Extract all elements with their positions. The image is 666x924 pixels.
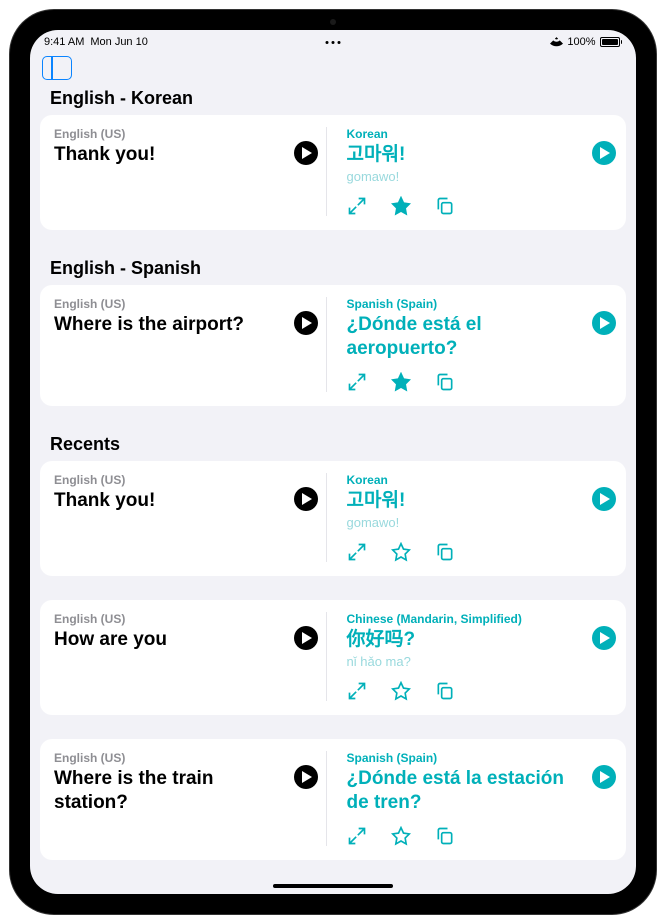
battery-icon xyxy=(600,37,623,47)
target-text: ¿Dónde está la estación de tren? xyxy=(347,767,579,815)
camera-notch xyxy=(330,19,336,25)
target-lang-label: Korean xyxy=(347,473,579,487)
section-header: English - Korean xyxy=(40,84,626,115)
wifi-icon xyxy=(550,37,563,47)
expand-icon[interactable] xyxy=(347,372,367,392)
status-bar: 9:41 AM Mon Jun 10 100% xyxy=(30,30,636,50)
section-header: English - Spanish xyxy=(40,254,626,285)
source-lang-label: English (US) xyxy=(54,127,286,141)
translation-card[interactable]: English (US) Thank you! Korean 고마워! goma… xyxy=(40,461,626,576)
action-row xyxy=(347,542,579,562)
copy-icon[interactable] xyxy=(435,196,455,216)
expand-icon[interactable] xyxy=(347,196,367,216)
expand-icon[interactable] xyxy=(347,681,367,701)
status-time: 9:41 AM xyxy=(44,36,84,48)
target-lang-label: Chinese (Mandarin, Simplified) xyxy=(347,612,579,626)
translation-card[interactable]: English (US) Where is the airport? Spani… xyxy=(40,285,626,407)
action-row xyxy=(347,681,579,701)
source-text: Thank you! xyxy=(54,489,286,513)
favorite-icon[interactable] xyxy=(391,681,411,701)
status-date: Mon Jun 10 xyxy=(90,36,147,48)
play-source-button[interactable] xyxy=(294,487,318,511)
target-text: 고마워! xyxy=(347,143,579,167)
source-lang-label: English (US) xyxy=(54,612,286,626)
target-text: ¿Dónde está el aeropuerto? xyxy=(347,313,579,361)
screen: 9:41 AM Mon Jun 10 100% English - Korean… xyxy=(30,30,636,894)
sidebar-toggle-button[interactable] xyxy=(42,56,72,80)
action-row xyxy=(347,826,579,846)
home-indicator[interactable] xyxy=(273,884,393,888)
source-lang-label: English (US) xyxy=(54,473,286,487)
ipad-frame: 9:41 AM Mon Jun 10 100% English - Korean… xyxy=(10,10,656,914)
toolbar xyxy=(30,50,636,84)
favorite-icon[interactable] xyxy=(391,826,411,846)
source-text: Where is the airport? xyxy=(54,313,286,337)
copy-icon[interactable] xyxy=(435,372,455,392)
play-target-button[interactable] xyxy=(592,626,616,650)
romanization-text: gomawo! xyxy=(347,515,579,530)
source-lang-label: English (US) xyxy=(54,297,286,311)
copy-icon[interactable] xyxy=(435,681,455,701)
expand-icon[interactable] xyxy=(347,826,367,846)
favorite-icon[interactable] xyxy=(391,542,411,562)
source-text: Thank you! xyxy=(54,143,286,167)
target-lang-label: Spanish (Spain) xyxy=(347,751,579,765)
target-lang-label: Korean xyxy=(347,127,579,141)
translation-card[interactable]: English (US) How are you Chinese (Mandar… xyxy=(40,600,626,715)
favorite-icon[interactable] xyxy=(391,196,411,216)
play-source-button[interactable] xyxy=(294,626,318,650)
play-source-button[interactable] xyxy=(294,311,318,335)
play-source-button[interactable] xyxy=(294,141,318,165)
source-text: How are you xyxy=(54,628,286,652)
target-lang-label: Spanish (Spain) xyxy=(347,297,579,311)
play-target-button[interactable] xyxy=(592,311,616,335)
copy-icon[interactable] xyxy=(435,542,455,562)
play-target-button[interactable] xyxy=(592,487,616,511)
multitask-dots[interactable] xyxy=(326,41,341,44)
play-target-button[interactable] xyxy=(592,765,616,789)
expand-icon[interactable] xyxy=(347,542,367,562)
romanization-text: gomawo! xyxy=(347,169,579,184)
translation-card[interactable]: English (US) Thank you! Korean 고마워! goma… xyxy=(40,115,626,230)
section-header: Recents xyxy=(40,430,626,461)
copy-icon[interactable] xyxy=(435,826,455,846)
source-lang-label: English (US) xyxy=(54,751,286,765)
action-row xyxy=(347,196,579,216)
play-source-button[interactable] xyxy=(294,765,318,789)
content-area: English - Korean English (US) Thank you!… xyxy=(30,84,636,894)
target-text: 你好吗? xyxy=(347,628,579,652)
favorite-icon[interactable] xyxy=(391,372,411,392)
source-text: Where is the train station? xyxy=(54,767,286,815)
target-text: 고마워! xyxy=(347,489,579,513)
translation-card[interactable]: English (US) Where is the train station?… xyxy=(40,739,626,861)
play-target-button[interactable] xyxy=(592,141,616,165)
battery-pct: 100% xyxy=(567,36,595,48)
action-row xyxy=(347,372,579,392)
romanization-text: nǐ hǎo ma? xyxy=(347,654,579,669)
